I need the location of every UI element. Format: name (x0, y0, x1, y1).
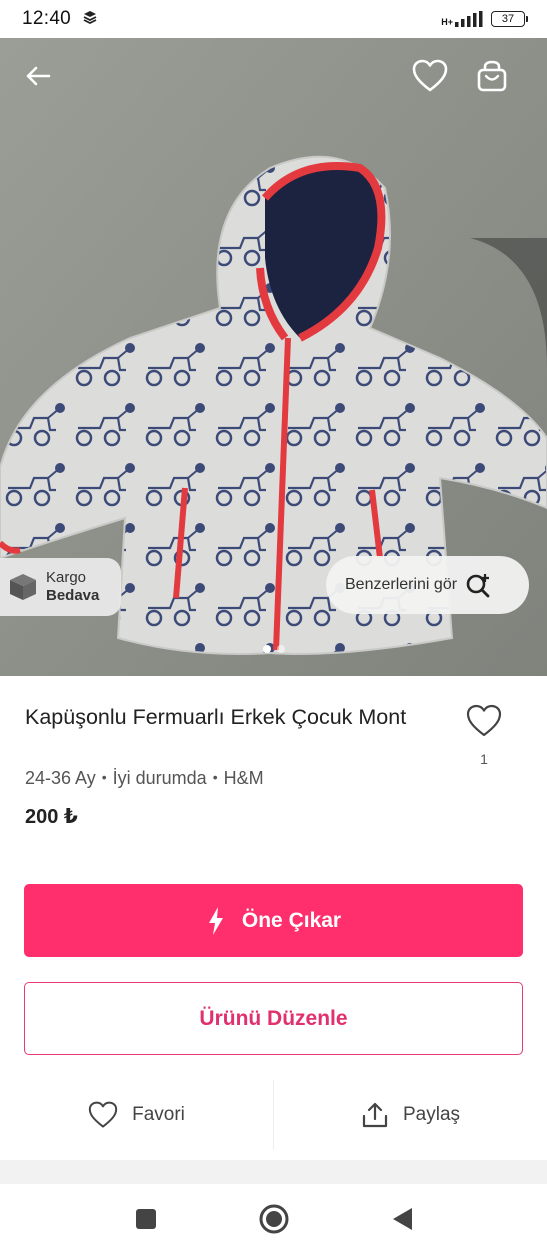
product-price: 200 ₺ (25, 806, 78, 828)
recents-button[interactable] (126, 1199, 166, 1239)
search-plus-icon (466, 574, 490, 598)
cart-button[interactable] (470, 54, 514, 98)
battery-level: 37 (501, 13, 515, 25)
promote-button[interactable]: Öne Çıkar (24, 884, 523, 957)
kargo-label: Kargo (46, 569, 87, 586)
battery-icon: 37 (491, 11, 528, 27)
home-button[interactable] (254, 1199, 294, 1239)
triangle-back-icon (392, 1208, 412, 1230)
edit-product-label: Ürünü Düzenle (199, 1006, 348, 1030)
pagination-dot-active[interactable] (262, 645, 271, 653)
like-count: 1 (480, 751, 488, 767)
product-size: 24-36 Ay (25, 768, 96, 788)
action-row: Favori Paylaş (0, 1080, 547, 1150)
image-pagination (0, 645, 547, 653)
like-area[interactable]: 1 (462, 704, 506, 767)
package-icon (10, 574, 36, 600)
separator-dot: • (212, 769, 218, 785)
favorite-label: Favori (132, 1104, 185, 1125)
share-icon (362, 1102, 388, 1128)
system-nav-bar (0, 1184, 547, 1254)
status-bar: 12:40 H+ 37 (0, 0, 547, 38)
heart-outline-icon[interactable] (466, 704, 502, 738)
arrow-left-icon (26, 66, 51, 86)
status-time: 12:40 (22, 8, 72, 29)
see-similar-button[interactable]: Benzerlerini gör (326, 556, 529, 614)
network-type: H+ (441, 17, 453, 27)
heart-outline-icon (88, 1101, 118, 1128)
product-title: Kapüşonlu Fermuarlı Erkek Çocuk Mont (25, 705, 407, 729)
share-label: Paylaş (402, 1104, 461, 1125)
edit-product-button[interactable]: Ürünü Düzenle (24, 982, 523, 1055)
layers-icon (83, 10, 97, 29)
shopping-bag-icon (477, 60, 507, 92)
status-indicators: H+ 37 (441, 11, 528, 27)
free-shipping-badge: Kargo Bedava (0, 558, 121, 616)
square-icon (135, 1209, 156, 1229)
signal-icon: H+ (441, 11, 485, 27)
product-brand[interactable]: H&M (224, 768, 264, 788)
back-nav-button[interactable] (382, 1199, 422, 1239)
promote-label: Öne Çıkar (241, 908, 342, 932)
free-shipping-text: Kargo Bedava (46, 569, 99, 605)
favorite-action[interactable]: Favori (0, 1080, 273, 1150)
share-action[interactable]: Paylaş (274, 1080, 547, 1150)
lightning-icon (208, 906, 223, 935)
section-divider (0, 1160, 547, 1184)
separator-dot: • (101, 769, 107, 785)
back-button[interactable] (16, 54, 60, 98)
see-similar-label: Benzerlerini gör (345, 576, 458, 593)
heart-outline-icon (412, 59, 448, 92)
product-image-gallery[interactable]: Kargo Bedava Benzerlerini gör (0, 38, 547, 676)
bedava-label: Bedava (46, 587, 100, 604)
product-condition: İyi durumda (112, 768, 207, 788)
favorite-button[interactable] (408, 54, 452, 98)
circle-icon (259, 1204, 288, 1234)
pagination-dot[interactable] (276, 645, 285, 653)
product-meta: 24-36 Ay • İyi durumda • H&M (25, 768, 264, 789)
